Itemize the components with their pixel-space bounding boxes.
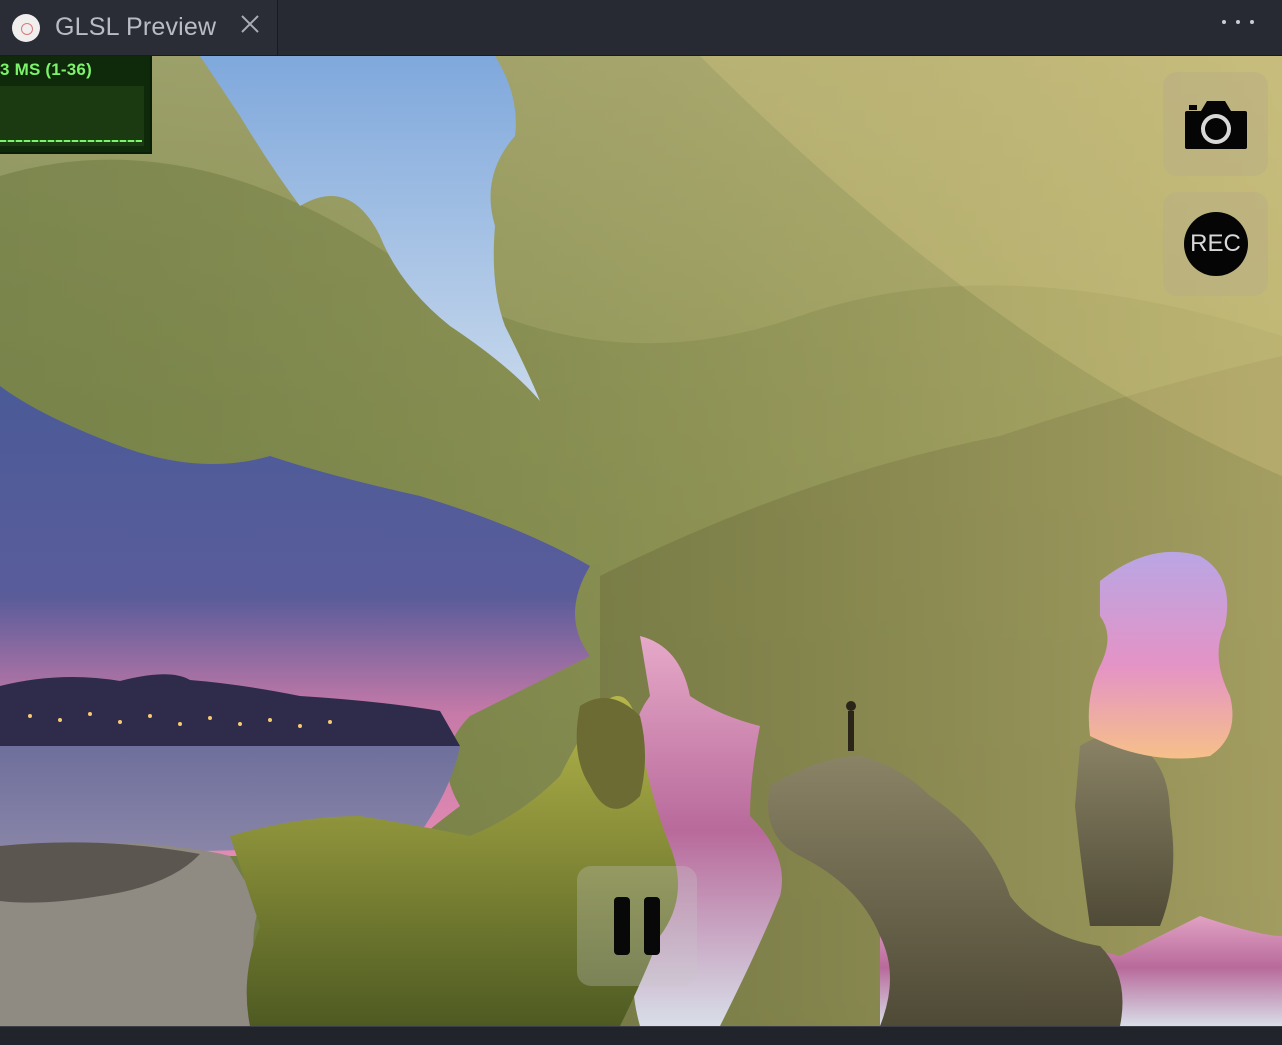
- status-strip: [0, 1026, 1282, 1045]
- screenshot-button[interactable]: [1163, 72, 1268, 176]
- tab-title: GLSL Preview: [55, 13, 217, 41]
- record-label: REC: [1190, 230, 1241, 257]
- pause-button[interactable]: [577, 866, 697, 986]
- stats-label: 3 MS (1-36): [0, 60, 92, 79]
- glsl-logo-icon: [12, 13, 40, 42]
- shader-canvas[interactable]: 3 MS (1-36) REC: [0, 56, 1282, 1026]
- fps-stats-panel: 3 MS (1-36): [0, 56, 152, 154]
- tab-glsl-preview[interactable]: GLSL Preview: [0, 0, 278, 55]
- camera-icon: [1184, 101, 1247, 149]
- stats-graph-line: [0, 140, 142, 142]
- record-button[interactable]: REC: [1163, 192, 1268, 296]
- editor-tab-bar: GLSL Preview: [0, 0, 1282, 56]
- record-dot: REC: [1183, 212, 1248, 276]
- more-horizontal-icon[interactable]: [1222, 10, 1254, 34]
- close-icon[interactable]: [236, 10, 264, 38]
- stats-graph: [0, 86, 144, 146]
- pause-icon: [614, 897, 660, 955]
